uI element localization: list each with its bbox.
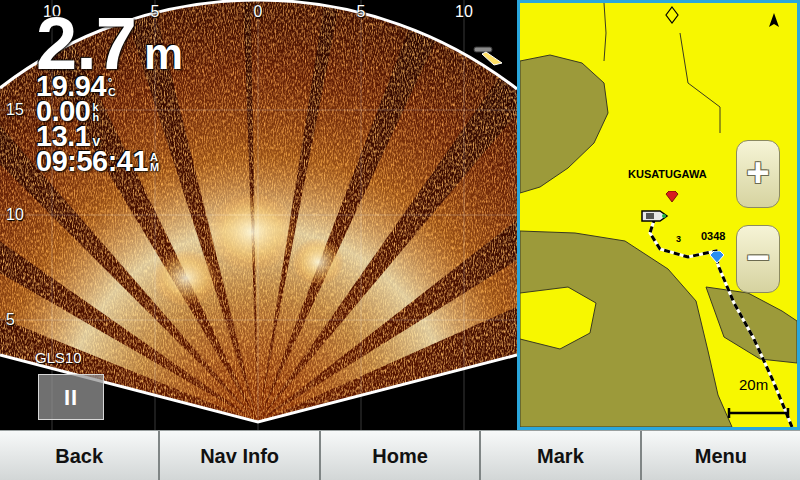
time-value: 09:56:41 <box>36 149 148 174</box>
voltage-unit: v <box>92 133 100 149</box>
softkey-button[interactable]: Home <box>321 431 481 480</box>
waypoint-icon[interactable] <box>710 244 724 268</box>
time-unit: AM <box>150 152 159 172</box>
voltage-readout: 13.1v <box>36 124 183 149</box>
range-label: 5 <box>151 3 160 21</box>
speed-value: 0.00 <box>36 99 90 124</box>
place-icon[interactable] <box>665 184 679 208</box>
depth-label: 10 <box>6 206 24 224</box>
depth-unit: m <box>144 24 183 84</box>
chart-view: KUSATUGAWA 0348 3 + − 20m <box>517 0 800 430</box>
place-label: KUSATUGAWA <box>628 168 707 181</box>
depth-label: 5 <box>6 311 15 329</box>
softkey-button[interactable]: Menu <box>642 431 800 480</box>
range-label: 5 <box>357 3 366 21</box>
sonar-source: GLS10 <box>35 349 82 366</box>
softkey-button[interactable]: Nav Info <box>160 431 320 480</box>
pause-button[interactable]: II <box>38 374 104 420</box>
range-label: 10 <box>455 3 473 21</box>
zoom-out-button[interactable]: − <box>736 225 780 293</box>
softkey-bar: BackNav InfoHomeMarkMenu <box>0 430 800 480</box>
chart-map <box>520 3 797 427</box>
depth-value: 2.7 <box>36 14 136 74</box>
sonar-view: 1050510151052.7m19.94°C0.00kh13.1v09:56:… <box>0 0 517 430</box>
transducer-icon <box>472 42 506 67</box>
voltage-value: 13.1 <box>36 124 90 149</box>
softkey-button[interactable]: Back <box>0 431 160 480</box>
unit-part: C <box>108 87 116 97</box>
unit-part: M <box>150 162 159 172</box>
depth-label: 15 <box>6 101 24 119</box>
scale-label: 20m <box>739 376 768 393</box>
north-icon <box>769 13 779 27</box>
time-readout: 09:56:41AM <box>36 149 183 174</box>
range-label: 0 <box>254 3 263 21</box>
depth-readout: 2.7m <box>36 14 183 74</box>
boat-icon <box>642 211 667 221</box>
unit-part: A <box>150 152 159 162</box>
unit-part: k <box>92 102 99 112</box>
track-marker: 3 <box>676 234 681 244</box>
unit-part: h <box>92 112 99 122</box>
zoom-in-button[interactable]: + <box>736 140 780 208</box>
unit-part: ° <box>108 77 116 87</box>
place-label: 0348 <box>701 230 725 243</box>
speed-readout: 0.00kh <box>36 99 183 124</box>
main-view: 1050510151052.7m19.94°C0.00kh13.1v09:56:… <box>0 0 800 430</box>
data-readouts: 2.7m19.94°C0.00kh13.1v09:56:41AM <box>36 14 183 174</box>
softkey-button[interactable]: Mark <box>481 431 641 480</box>
temperature-value: 19.94 <box>36 74 106 99</box>
speed-unit: kh <box>92 102 99 122</box>
scale-bar <box>727 400 791 424</box>
temperature-unit: °C <box>108 77 116 97</box>
